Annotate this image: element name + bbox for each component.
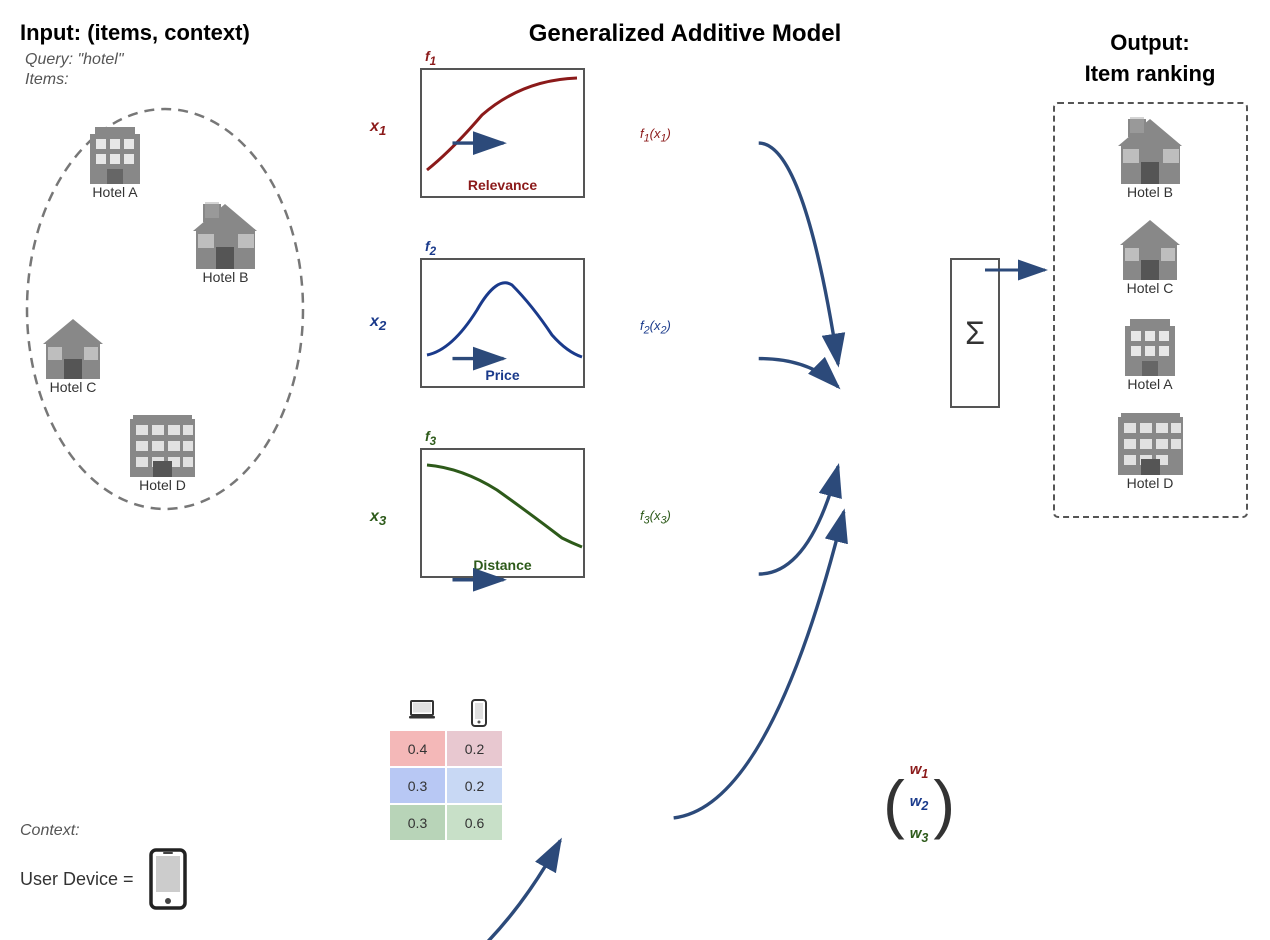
sigma-to-output-arrow xyxy=(980,70,1050,470)
input-title: Input: (items, context) xyxy=(10,20,330,46)
context-row: User Device = xyxy=(20,848,187,910)
matrix-row-1: 0.4 0.2 xyxy=(390,731,510,766)
ranking-item-a: Hotel A xyxy=(1065,311,1236,392)
right-section: Output: Item ranking Hotel B xyxy=(1040,20,1260,920)
hotel-c-input: Hotel C xyxy=(38,314,108,395)
main-container: Input: (items, context) Query: "hotel" I… xyxy=(0,0,1270,940)
feature-box-price: f2 Sub-score Price xyxy=(420,258,585,388)
feature-box-relevance: f1 Sub-score Relevance xyxy=(420,68,585,198)
context-section: Context: User Device = xyxy=(20,822,187,910)
features-area: x1 x2 x3 f1 Sub-score Relevance f2 xyxy=(330,58,1040,920)
fx3-label: f3(x3) xyxy=(640,508,671,527)
feature-box-distance: f3 Sub-score Distance xyxy=(420,448,585,578)
feature-box-2-inner: Sub-score xyxy=(422,260,583,364)
ranking-item-c: Hotel C xyxy=(1065,215,1236,296)
feature-box-1-inner: Sub-score xyxy=(422,70,583,174)
feature-box-3-inner: Sub-score xyxy=(422,450,583,554)
cell-w1-phone: 0.2 xyxy=(447,731,502,766)
output-title: Output: xyxy=(1040,30,1260,56)
ranking-d-label: Hotel D xyxy=(1127,475,1174,491)
ranking-item-b: Hotel B xyxy=(1065,114,1236,200)
f1-label: f1 xyxy=(425,48,436,68)
matrix-grid: 0.4 0.2 0.3 0.2 0.3 0.6 xyxy=(390,731,510,840)
hotel-c-label: Hotel C xyxy=(50,379,97,395)
ranking-b-label: Hotel B xyxy=(1127,184,1173,200)
item-ranking-label: Item ranking xyxy=(1040,61,1260,87)
laptop-icon xyxy=(408,699,436,721)
cell-w3-laptop: 0.3 xyxy=(390,805,445,840)
right-paren: ) xyxy=(933,771,955,836)
w1-label: w1 xyxy=(910,761,929,781)
ranking-a-label: Hotel A xyxy=(1127,376,1172,392)
w3-label: w3 xyxy=(910,825,929,845)
hotel-d-input: Hotel D xyxy=(125,409,200,493)
left-paren: ( xyxy=(883,771,905,836)
ranking-c-label: Hotel C xyxy=(1127,280,1174,296)
dashed-ellipse-container: Hotel A Hotel B xyxy=(20,99,310,519)
gam-title: Generalized Additive Model xyxy=(529,20,842,48)
f3-label: f3 xyxy=(425,428,436,448)
phone-header-icon xyxy=(470,699,488,727)
hotel-d-label: Hotel D xyxy=(139,477,186,493)
query-text: Query: "hotel" xyxy=(10,51,330,69)
price-label: Price xyxy=(422,364,583,386)
weight-labels: w1 w2 w3 xyxy=(905,756,934,850)
cell-w1-laptop: 0.4 xyxy=(390,731,445,766)
relevance-label: Relevance xyxy=(422,174,583,196)
fx2-label: f2(x2) xyxy=(640,318,671,337)
cell-w2-laptop: 0.3 xyxy=(390,768,445,803)
x2-label: x2 xyxy=(370,313,386,333)
distance-label: Distance xyxy=(422,554,583,576)
ranking-item-d: Hotel D xyxy=(1065,407,1236,491)
middle-section: Generalized Additive Model x1 x2 x3 f1 S… xyxy=(330,20,1040,920)
cell-w2-phone: 0.2 xyxy=(447,768,502,803)
matrix-row-2: 0.3 0.2 xyxy=(390,768,510,803)
left-section: Input: (items, context) Query: "hotel" I… xyxy=(10,20,330,920)
hotel-a-input: Hotel A xyxy=(80,119,150,200)
x3-label: x3 xyxy=(370,508,386,528)
cell-w3-phone: 0.6 xyxy=(447,805,502,840)
matrix-row-3: 0.3 0.6 xyxy=(390,805,510,840)
hotel-b-input: Hotel B xyxy=(188,199,263,285)
items-label: Items: xyxy=(10,71,330,89)
matrix-headers xyxy=(390,699,510,727)
phone-device-icon xyxy=(149,848,187,910)
x1-label: x1 xyxy=(370,118,386,138)
ranking-box: Hotel B Hotel C xyxy=(1053,102,1248,518)
weight-vector-display: ( w1 w2 w3 ) xyxy=(883,756,955,850)
user-device-label: User Device = xyxy=(20,869,134,890)
w2-label: w2 xyxy=(910,793,929,813)
hotel-a-label: Hotel A xyxy=(92,184,137,200)
f2-label: f2 xyxy=(425,238,436,258)
context-label: Context: xyxy=(20,822,187,840)
weight-matrix-area: 0.4 0.2 0.3 0.2 0.3 0.6 xyxy=(390,699,510,840)
fx1-label: f1(x1) xyxy=(640,126,671,145)
hotel-b-label: Hotel B xyxy=(203,269,249,285)
